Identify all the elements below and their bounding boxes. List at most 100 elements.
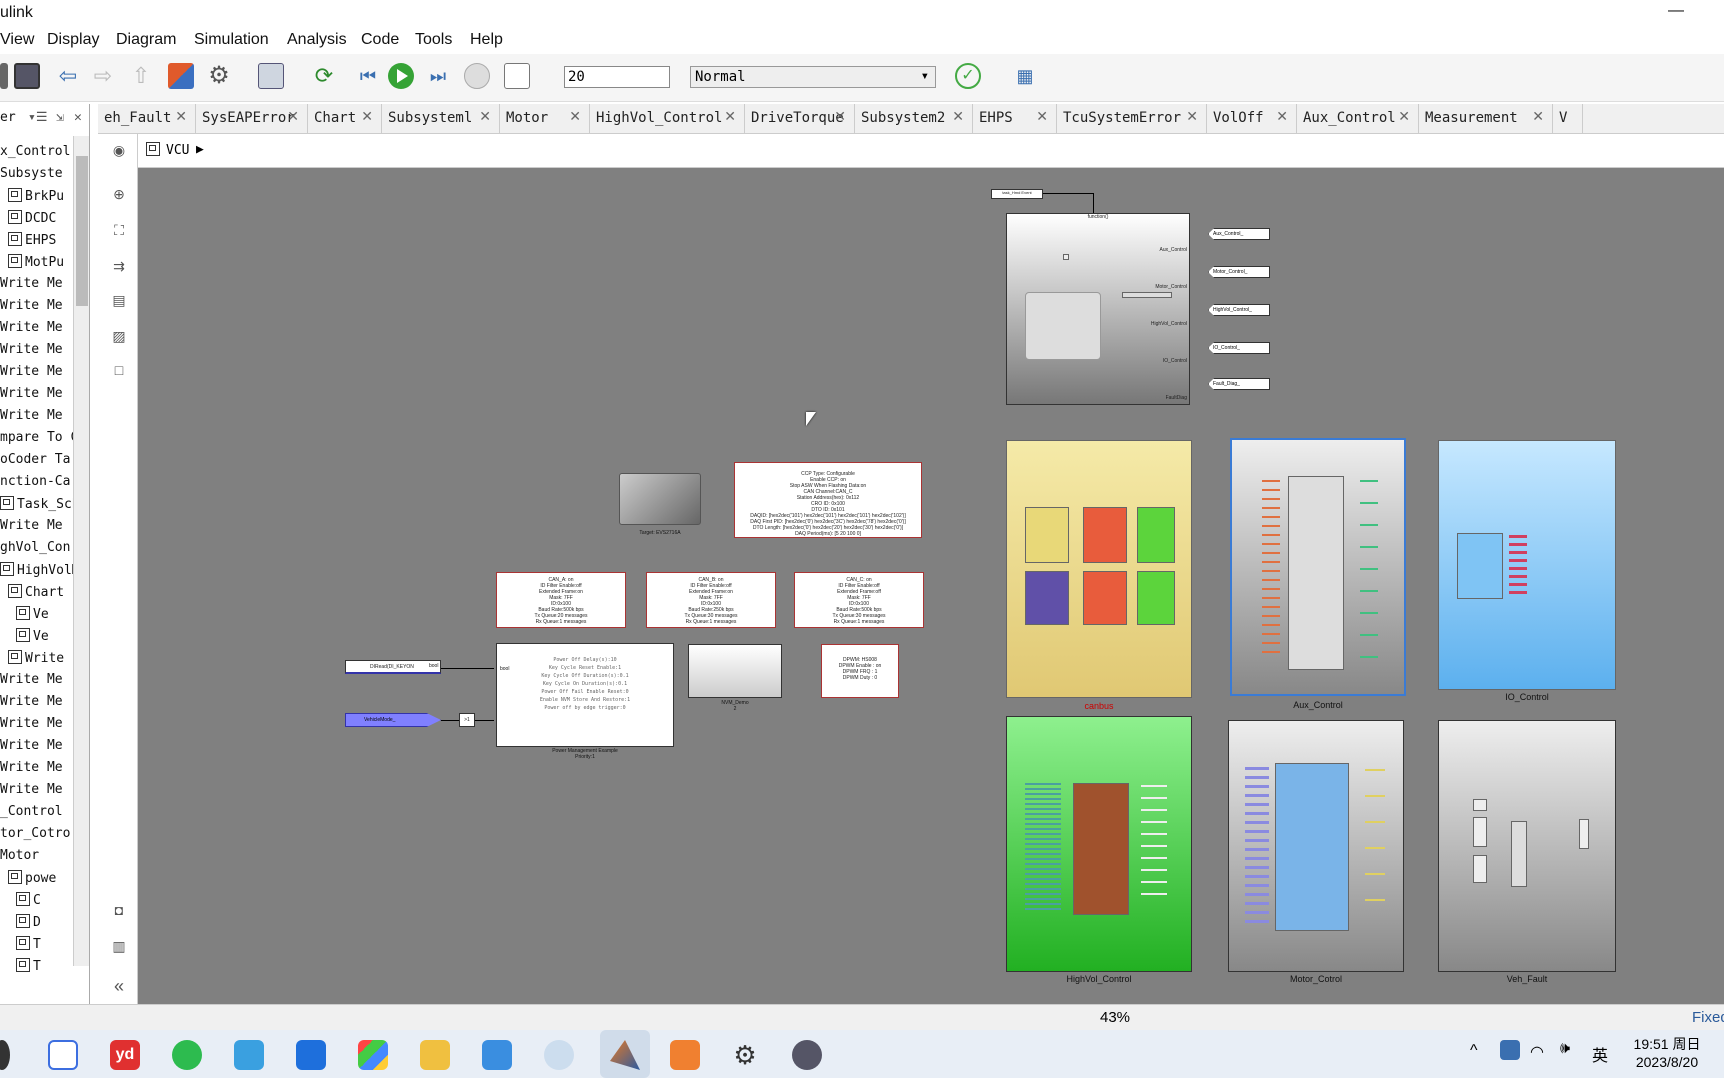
- can-c-config-block[interactable]: CAN_C: on ID Filter Enable:off Extended Fr…: [794, 572, 924, 628]
- io-control-subsystem[interactable]: [1438, 440, 1616, 690]
- tab-close-icon[interactable]: ✕: [361, 109, 373, 125]
- menu-diagram[interactable]: Diagram: [116, 31, 176, 49]
- tree-item[interactable]: Write Me: [0, 342, 63, 357]
- tree-item[interactable]: T: [16, 936, 41, 952]
- tab-close-icon[interactable]: ✕: [952, 109, 964, 125]
- tray-chevron-up-icon[interactable]: ^: [1470, 1042, 1478, 1060]
- tab-voloff[interactable]: VolOff ✕: [1207, 104, 1297, 134]
- folder-icon[interactable]: [420, 1040, 450, 1070]
- minimize-button[interactable]: —: [1668, 2, 1684, 20]
- network-icon[interactable]: [544, 1040, 574, 1070]
- tab-close-icon[interactable]: ✕: [1186, 109, 1198, 125]
- tree-item[interactable]: x_Control: [0, 144, 70, 159]
- forward-arrow-icon[interactable]: ⇨: [90, 63, 116, 89]
- tab-close-icon[interactable]: ✕: [287, 109, 299, 125]
- diagram-canvas[interactable]: task_Hmd Event function() Aux_Control Mo…: [138, 168, 1724, 1004]
- tree-item[interactable]: Write Me: [0, 738, 63, 753]
- library-browser-icon[interactable]: [168, 63, 194, 89]
- tree-item[interactable]: Write: [8, 650, 64, 666]
- compare-block[interactable]: >1: [459, 713, 475, 727]
- scrollbar-thumb[interactable]: [76, 156, 88, 306]
- breadcrumb-vcu[interactable]: VCU: [166, 143, 189, 158]
- back-arrow-icon[interactable]: ⇦: [55, 63, 81, 89]
- tree-item[interactable]: Write Me: [0, 694, 63, 709]
- tree-item[interactable]: Write Me: [0, 760, 63, 775]
- tree-item[interactable]: _Control: [0, 804, 63, 819]
- goto-highvol-control[interactable]: HighVol_Control_: [1208, 304, 1270, 316]
- can-a-config-block[interactable]: CAN_A: on ID Filter Enable:off Extended Fr…: [496, 572, 626, 628]
- tree-item[interactable]: mpare To C: [0, 430, 78, 445]
- volume-icon[interactable]: 🕪: [1560, 1040, 1570, 1058]
- dropdown-arrow-icon[interactable]: [0, 63, 8, 89]
- tab-eh-fault[interactable]: eh_Fault ✕: [98, 104, 196, 134]
- pdf-reader-icon[interactable]: [296, 1040, 326, 1070]
- tree-item[interactable]: Write Me: [0, 716, 63, 731]
- tree-item[interactable]: Ve: [16, 606, 49, 622]
- function-call-subsystem[interactable]: function() Aux_Control Motor_Control Hig…: [1006, 213, 1190, 405]
- panel-menu-icon[interactable]: ▾☰: [28, 110, 47, 125]
- breadcrumb-arrow-icon[interactable]: ▶: [196, 142, 204, 157]
- menu-code[interactable]: Code: [361, 31, 399, 49]
- update-diagram-icon[interactable]: ⟳: [311, 63, 337, 89]
- tree-item[interactable]: Write Me: [0, 276, 63, 291]
- youdao-icon[interactable]: yd: [110, 1040, 140, 1070]
- tree-item[interactable]: DCDC: [8, 210, 56, 226]
- tree-scrollbar[interactable]: [73, 136, 89, 966]
- tab-chart[interactable]: Chart ✕: [308, 104, 382, 134]
- area-icon[interactable]: □: [108, 362, 130, 382]
- canbus-subsystem[interactable]: [1006, 440, 1192, 698]
- tab-syseaperror[interactable]: SysEAPError ✕: [196, 104, 308, 134]
- tree-item[interactable]: Write Me: [0, 364, 63, 379]
- tab-close-icon[interactable]: ✕: [479, 109, 491, 125]
- tab-subsysteml[interactable]: Subsysteml ✕: [382, 104, 500, 134]
- nvm-demo-block[interactable]: [688, 644, 782, 698]
- up-arrow-icon[interactable]: ⇧: [128, 63, 154, 89]
- tab-tcusystemerror[interactable]: TcuSystemError ✕: [1057, 104, 1207, 134]
- wifi-icon[interactable]: ◠: [1530, 1042, 1544, 1062]
- scope-icon[interactable]: [504, 63, 530, 89]
- goto-aux-control[interactable]: Aux_Control_: [1208, 228, 1270, 240]
- tab-close-icon[interactable]: ✕: [1398, 109, 1410, 125]
- ime-indicator[interactable]: 英: [1592, 1042, 1608, 1066]
- model-explorer-icon[interactable]: [258, 63, 284, 89]
- tree-item[interactable]: Ve: [16, 628, 49, 644]
- tab-drivetorque[interactable]: DriveTorque ✕: [745, 104, 855, 134]
- matlab-taskbar-button[interactable]: [600, 1030, 650, 1078]
- ecu-image[interactable]: [619, 473, 701, 525]
- tree-item[interactable]: nction-Ca: [0, 474, 70, 489]
- tab-measurement[interactable]: Measurement ✕: [1419, 104, 1553, 134]
- tab-ehps[interactable]: EHPS ✕: [973, 104, 1057, 134]
- annotation-icon[interactable]: ▤: [108, 292, 130, 312]
- menu-view[interactable]: View: [0, 31, 34, 49]
- vehicle-mode-from-block[interactable]: VehicleMode_: [345, 713, 441, 727]
- tree-item[interactable]: D: [16, 914, 41, 930]
- tree-item[interactable]: tor_Cotro: [0, 826, 70, 841]
- app-icon[interactable]: [48, 1040, 78, 1070]
- aux-control-subsystem[interactable]: [1230, 438, 1406, 696]
- stop-button[interactable]: [464, 63, 490, 89]
- tab-close-icon[interactable]: ✕: [569, 109, 581, 125]
- app-icon-dark[interactable]: [792, 1040, 822, 1070]
- tray-app-icon[interactable]: [1500, 1040, 1520, 1060]
- tree-item[interactable]: Write Me: [0, 320, 63, 335]
- collapse-icon[interactable]: «: [108, 976, 130, 996]
- tree-item[interactable]: HighVolM: [0, 562, 80, 578]
- camera-icon[interactable]: ◘: [108, 902, 130, 922]
- build-icon[interactable]: ▦: [1012, 63, 1038, 89]
- start-icon[interactable]: [0, 1040, 10, 1070]
- tree-item[interactable]: Write Me: [0, 386, 63, 401]
- menu-tools[interactable]: Tools: [415, 31, 452, 49]
- office-icon[interactable]: [358, 1040, 388, 1070]
- tree-item[interactable]: oCoder Ta:: [0, 452, 78, 467]
- settings-gear-icon[interactable]: ⚙: [730, 1040, 760, 1070]
- save-icon[interactable]: [14, 63, 40, 89]
- menu-display[interactable]: Display: [47, 31, 99, 49]
- clock[interactable]: 19:51 周日 2023/8/20: [1624, 1034, 1710, 1070]
- tree-item[interactable]: Motor: [0, 848, 39, 863]
- tree-item[interactable]: EHPS: [8, 232, 56, 248]
- tree-item[interactable]: MotPu: [8, 254, 64, 270]
- menu-simulation[interactable]: Simulation: [194, 31, 269, 49]
- ccp-config-block[interactable]: CCP Type: Configurable Enable CCP: on Stop…: [734, 462, 922, 538]
- tab-v[interactable]: V: [1553, 104, 1583, 134]
- can-b-config-block[interactable]: CAN_B: on ID Filter Enable:off Extended Fr…: [646, 572, 776, 628]
